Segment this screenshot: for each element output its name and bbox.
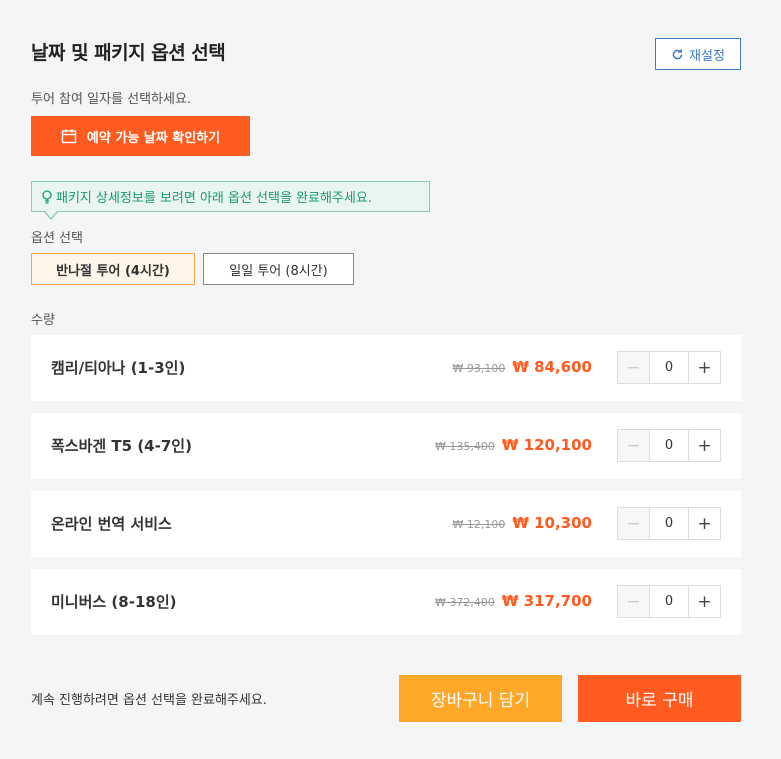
completion-message: 계속 진행하려면 옵션 선택을 완료해주세요. xyxy=(31,693,267,708)
sale-price: ₩ 10,300 xyxy=(512,514,592,532)
increment-button[interactable]: + xyxy=(689,508,720,539)
reset-label: 재설정 xyxy=(689,48,725,64)
increment-button[interactable]: + xyxy=(689,430,720,461)
item-name: 폭스바겐 T5 (4-7인) xyxy=(51,437,192,455)
page-title: 날짜 및 패키지 옵션 선택 xyxy=(31,42,226,64)
quantity-row: 폭스바겐 T5 (4-7인) ₩ 135,400 ₩ 120,100 − + xyxy=(31,413,741,479)
quantity-stepper: − + xyxy=(617,585,721,618)
sale-price: ₩ 84,600 xyxy=(512,358,592,376)
info-tooltip: 패키지 상세정보를 보려면 아래 옵션 선택을 완료해주세요. xyxy=(31,181,430,220)
quantity-stepper: − + xyxy=(617,429,721,462)
reset-button[interactable]: 재설정 xyxy=(655,38,741,70)
sale-price: ₩ 317,700 xyxy=(501,592,592,610)
decrement-button[interactable]: − xyxy=(618,430,649,461)
item-name: 캠리/티아나 (1-3인) xyxy=(51,359,186,377)
original-price: ₩ 135,400 xyxy=(435,440,495,453)
option-full-day-tour[interactable]: 일일 투어 (8시간) xyxy=(203,253,354,285)
option-half-day-tour[interactable]: 반나절 투어 (4시간) xyxy=(31,253,195,285)
quantity-stepper: − + xyxy=(617,507,721,540)
quantity-row: 캠리/티아나 (1-3인) ₩ 93,100 ₩ 84,600 − + xyxy=(31,335,741,401)
decrement-button[interactable]: − xyxy=(618,586,649,617)
quantity-section-label: 수량 xyxy=(31,313,55,328)
calendar-icon xyxy=(61,129,77,144)
quantity-stepper: − + xyxy=(617,351,721,384)
decrement-button[interactable]: − xyxy=(618,352,649,383)
refresh-icon xyxy=(672,48,683,59)
date-button-label: 예약 가능 날짜 확인하기 xyxy=(86,130,221,146)
quantity-input[interactable] xyxy=(649,430,689,461)
lightbulb-icon xyxy=(42,189,52,204)
original-price: ₩ 12,100 xyxy=(452,518,506,531)
item-name: 온라인 번역 서비스 xyxy=(51,515,172,533)
sale-price: ₩ 120,100 xyxy=(501,436,592,454)
date-instruction: 투어 참여 일자를 선택하세요. xyxy=(31,92,192,107)
increment-button[interactable]: + xyxy=(689,352,720,383)
tooltip-text: 패키지 상세정보를 보려면 아래 옵션 선택을 완료해주세요. xyxy=(56,191,372,206)
quantity-row: 온라인 번역 서비스 ₩ 12,100 ₩ 10,300 − + xyxy=(31,491,741,557)
original-price: ₩ 372,400 xyxy=(435,596,495,609)
check-available-dates-button[interactable]: 예약 가능 날짜 확인하기 xyxy=(31,116,250,156)
original-price: ₩ 93,100 xyxy=(452,362,506,375)
quantity-input[interactable] xyxy=(649,508,689,539)
add-to-cart-button[interactable]: 장바구니 담기 xyxy=(399,675,562,722)
item-name: 미니버스 (8-18인) xyxy=(51,593,177,611)
quantity-input[interactable] xyxy=(649,586,689,617)
decrement-button[interactable]: − xyxy=(618,508,649,539)
quantity-input[interactable] xyxy=(649,352,689,383)
quantity-row: 미니버스 (8-18인) ₩ 372,400 ₩ 317,700 − + xyxy=(31,569,741,635)
increment-button[interactable]: + xyxy=(689,586,720,617)
option-section-label: 옵션 선택 xyxy=(31,231,83,246)
buy-now-button[interactable]: 바로 구매 xyxy=(578,675,741,722)
